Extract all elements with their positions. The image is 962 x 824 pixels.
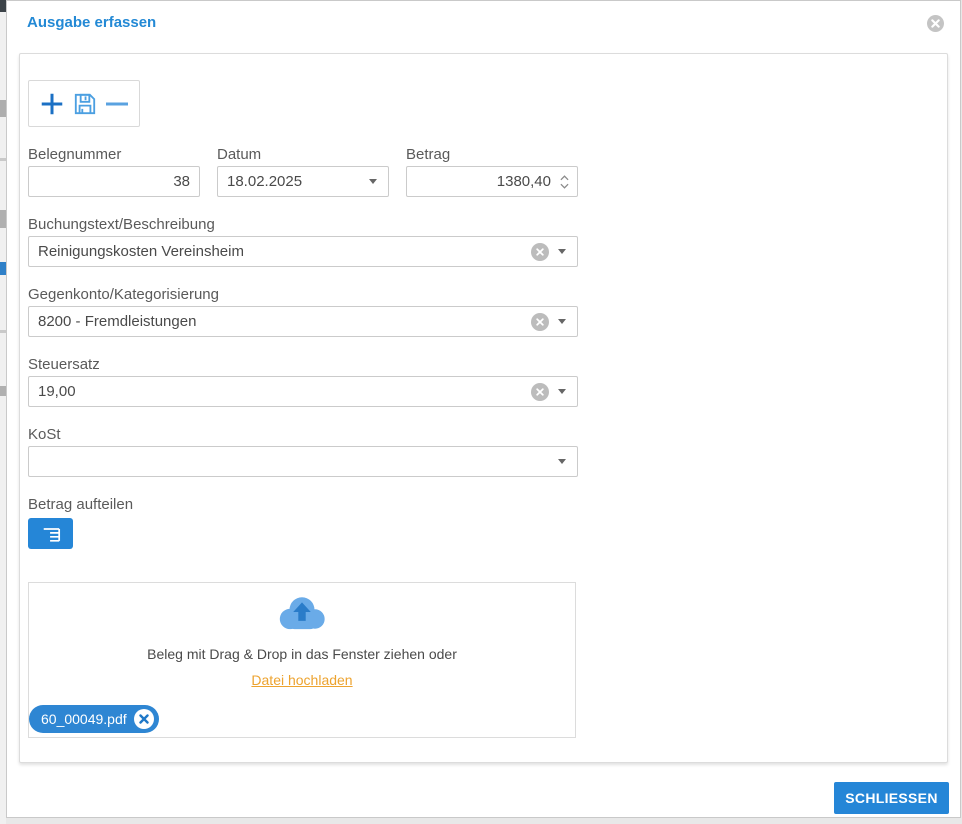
x-icon xyxy=(536,318,544,326)
minus-icon xyxy=(104,91,130,117)
kost-input[interactable] xyxy=(29,447,558,476)
datum-caret-down-icon[interactable] xyxy=(369,179,377,184)
chevron-up-icon xyxy=(560,175,569,181)
betrag-field xyxy=(406,166,578,197)
remove-record-button[interactable] xyxy=(104,91,130,117)
chevron-down-icon xyxy=(560,183,569,189)
belegnummer-label: Belegnummer xyxy=(28,146,121,163)
schliessen-button[interactable]: SCHLIESSEN xyxy=(834,782,949,814)
dropzone-instruction: Beleg mit Drag & Drop in das Fenster zie… xyxy=(147,646,457,662)
save-record-button[interactable] xyxy=(72,91,98,117)
gegenkonto-input[interactable] xyxy=(29,307,531,336)
cloud-upload-icon xyxy=(276,594,328,631)
form-container: Belegnummer Datum Betrag Buchungstext/Be… xyxy=(19,53,948,763)
remove-file-icon[interactable] xyxy=(134,709,154,729)
betrag-spinner[interactable] xyxy=(560,175,569,189)
datum-label: Datum xyxy=(217,146,261,163)
x-icon xyxy=(536,388,544,396)
buchungstext-label: Buchungstext/Beschreibung xyxy=(28,216,215,233)
buchungstext-input[interactable] xyxy=(29,237,531,266)
betrag-aufteilen-button[interactable] xyxy=(28,518,73,549)
betrag-label: Betrag xyxy=(406,146,450,163)
dialog-title: Ausgabe erfassen xyxy=(27,14,156,31)
steuersatz-label: Steuersatz xyxy=(28,356,100,373)
gegenkonto-caret-down-icon[interactable] xyxy=(558,319,566,324)
steuersatz-field xyxy=(28,376,578,407)
gegenkonto-field xyxy=(28,306,578,337)
gegenkonto-label: Gegenkonto/Kategorisierung xyxy=(28,286,219,303)
uploaded-file-name: 60_00049.pdf xyxy=(41,711,127,727)
x-icon xyxy=(536,248,544,256)
uploaded-file-chip[interactable]: 60_00049.pdf xyxy=(29,705,159,733)
belegnummer-field xyxy=(28,166,200,197)
kost-caret-down-icon[interactable] xyxy=(558,459,566,464)
buchungstext-caret-down-icon[interactable] xyxy=(558,249,566,254)
datum-field xyxy=(217,166,389,197)
expense-entry-dialog: Ausgabe erfassen xyxy=(6,0,961,818)
steuersatz-clear-icon[interactable] xyxy=(531,383,549,401)
kost-label: KoSt xyxy=(28,426,61,443)
kost-field xyxy=(28,446,578,477)
steuersatz-input[interactable] xyxy=(29,377,531,406)
gegenkonto-clear-icon[interactable] xyxy=(531,313,549,331)
dialog-close-icon[interactable] xyxy=(927,15,944,32)
add-record-button[interactable] xyxy=(38,90,66,118)
steuersatz-caret-down-icon[interactable] xyxy=(558,389,566,394)
betrag-input[interactable] xyxy=(407,167,560,196)
belegnummer-input[interactable] xyxy=(29,167,199,196)
record-toolbar xyxy=(28,80,140,127)
split-rows-icon xyxy=(41,525,61,543)
x-icon xyxy=(139,714,149,724)
buchungstext-field xyxy=(28,236,578,267)
floppy-disk-icon xyxy=(72,91,98,117)
upload-file-link[interactable]: Datei hochladen xyxy=(251,672,352,688)
plus-icon xyxy=(38,90,66,118)
betrag-aufteilen-label: Betrag aufteilen xyxy=(28,496,133,513)
x-icon xyxy=(931,19,940,28)
buchungstext-clear-icon[interactable] xyxy=(531,243,549,261)
datum-input[interactable] xyxy=(218,167,369,196)
